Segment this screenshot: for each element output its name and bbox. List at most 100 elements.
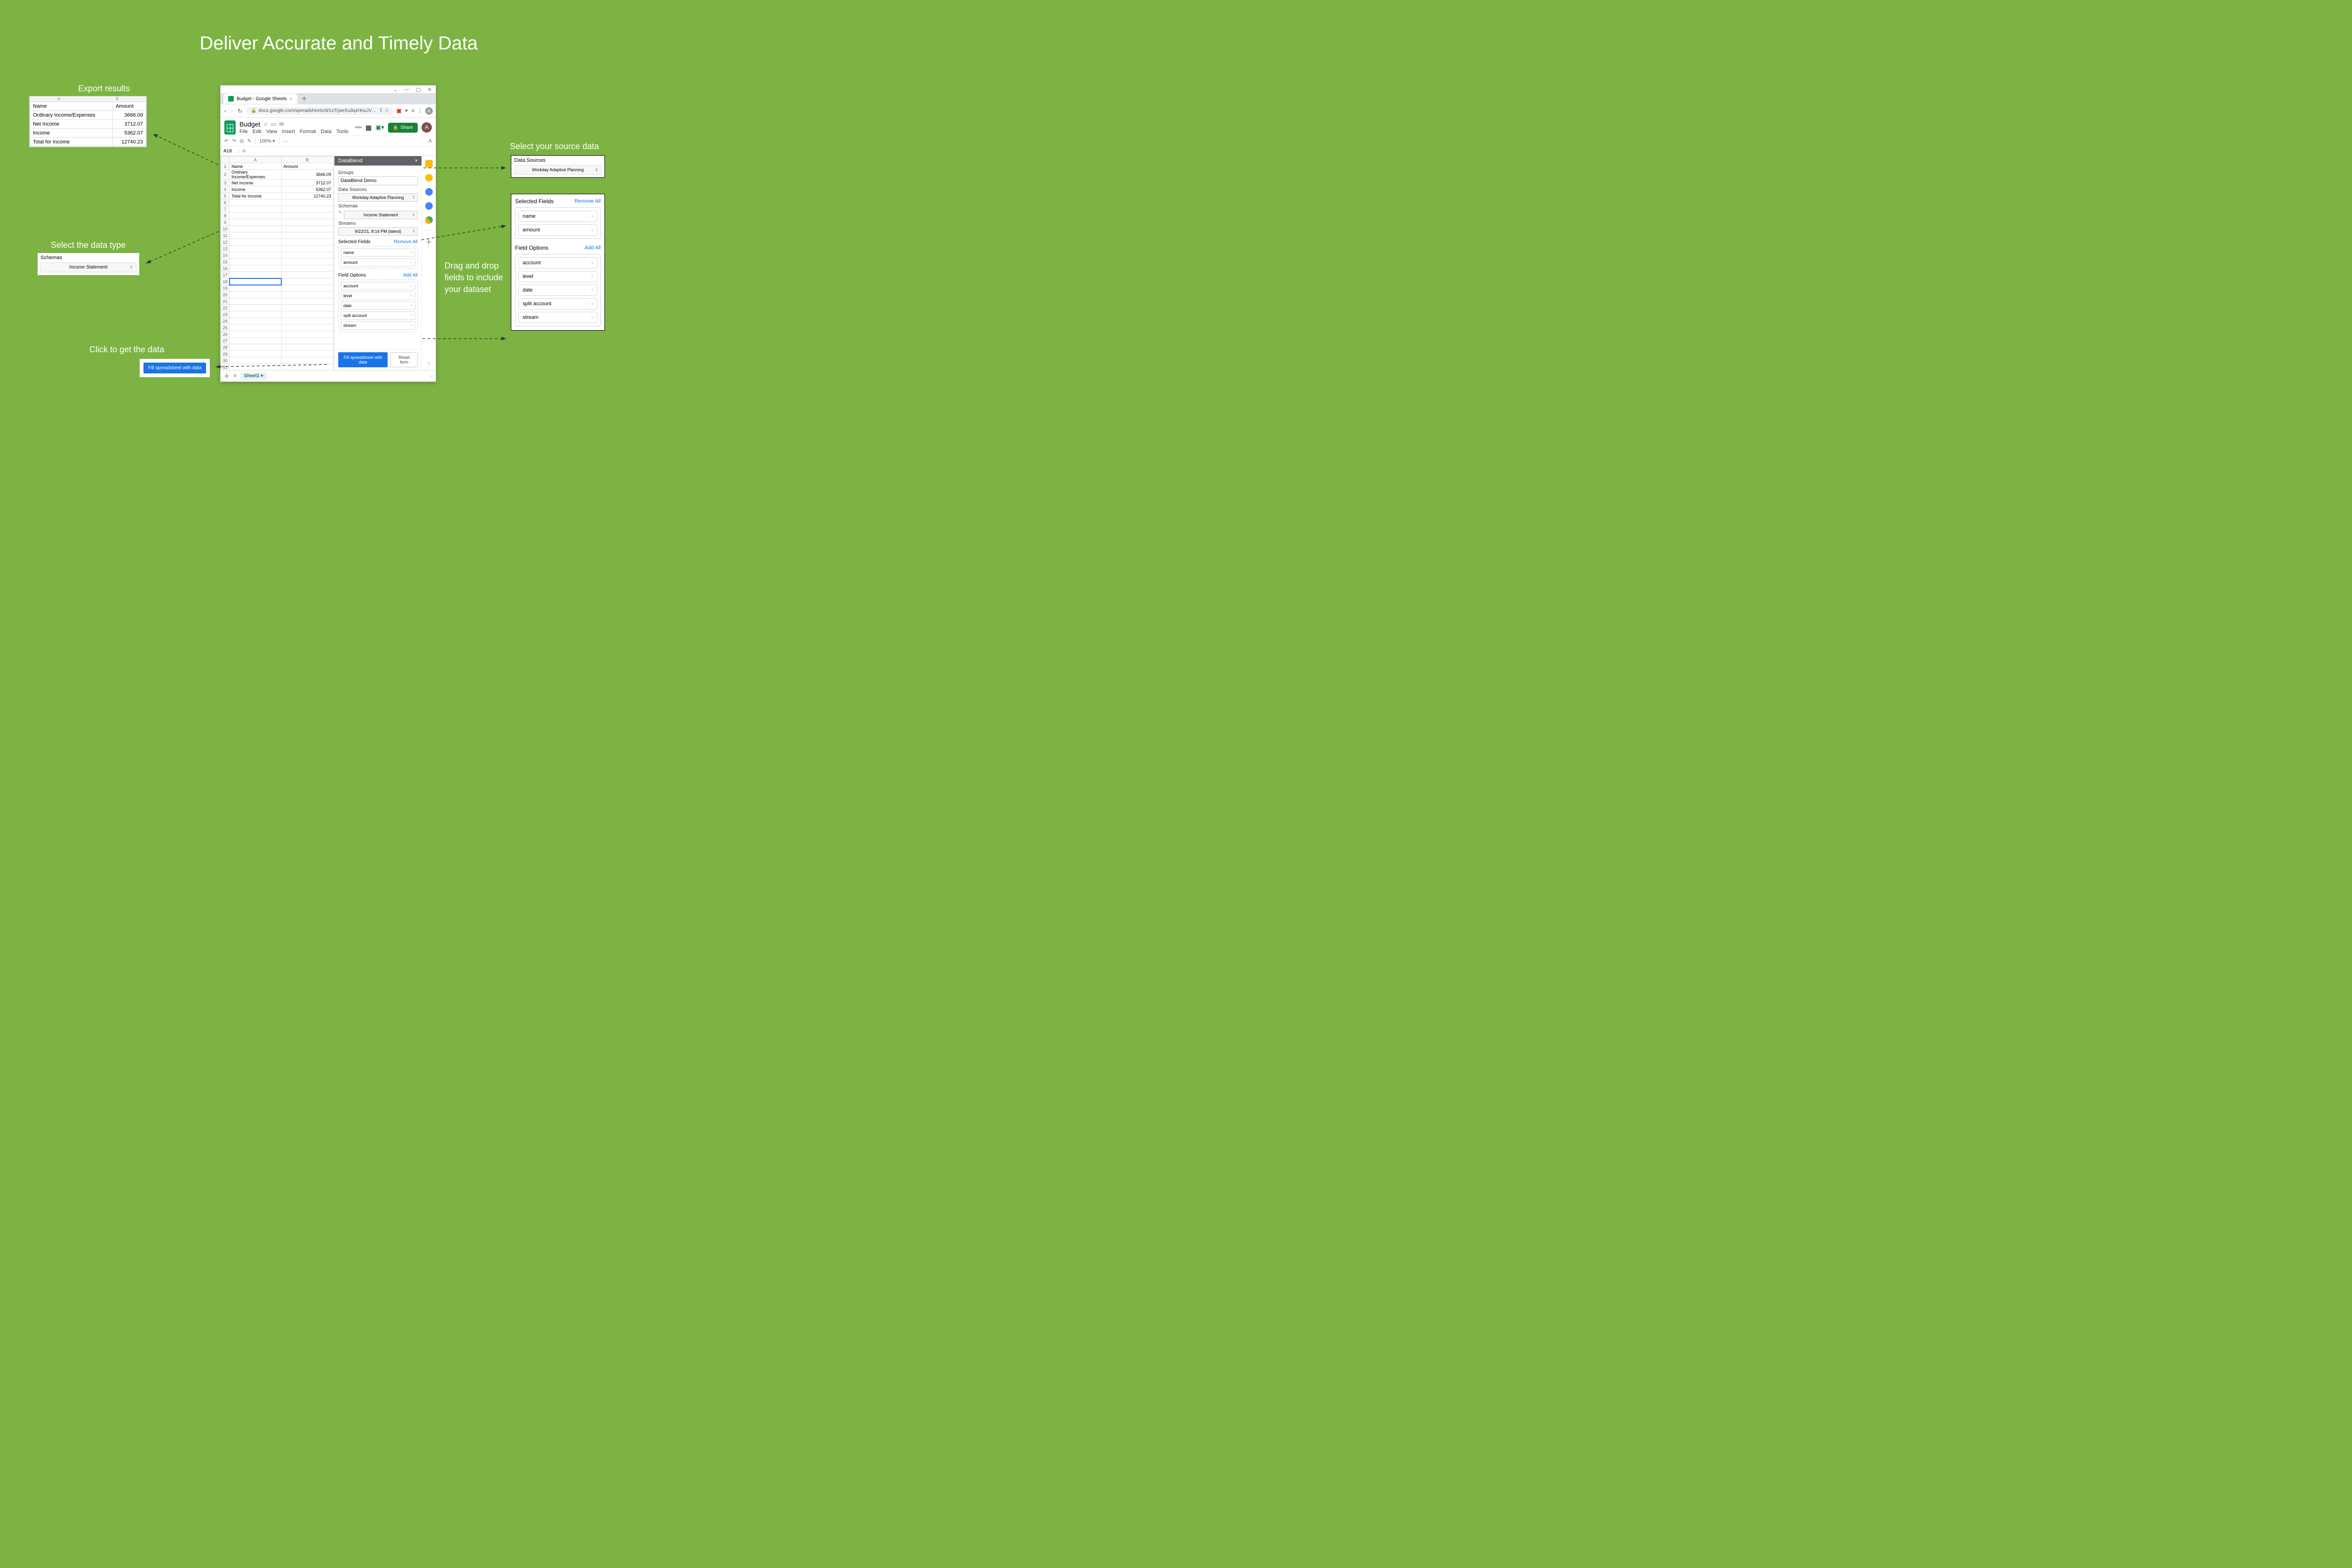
cell-B16[interactable] [281,265,333,272]
cell-B20[interactable] [281,292,333,298]
comments-icon[interactable]: ▦ [366,124,372,132]
history-icon[interactable]: 〰 [355,123,362,132]
cell-A14[interactable] [230,252,281,259]
bookmark-star-icon[interactable]: ☆ [385,108,389,113]
cell-A9[interactable] [230,219,281,226]
cell-B24[interactable] [281,318,333,325]
cell-A11[interactable] [230,232,281,239]
field-item-level[interactable]: level≡ [518,271,597,282]
streams-dropdown[interactable]: 9/22/21, 8:14 PM (latest)⇳ [338,227,418,236]
menu-view[interactable]: View [266,129,278,135]
cell-B23[interactable] [281,311,333,318]
cell-B5[interactable]: 12740.23 [281,193,333,199]
forward-button[interactable]: › [230,108,234,114]
reload-button[interactable]: ↻ [237,108,243,114]
cell-B19[interactable] [281,285,333,292]
menu-data[interactable]: Data [321,129,332,135]
cell-B29[interactable] [281,351,333,357]
cell-A13[interactable] [230,245,281,252]
meet-icon[interactable]: ▣▾ [375,124,384,131]
calendar-icon[interactable] [425,160,433,167]
cell-A31[interactable] [230,364,281,371]
cell-B25[interactable] [281,325,333,331]
cell-A15[interactable] [230,259,281,265]
contacts-icon[interactable] [425,202,433,210]
reset-form-button[interactable]: Reset form [390,352,418,367]
sheet-tab[interactable]: Sheet1 ▾ [240,372,267,380]
field-item-date[interactable]: date≡ [518,285,597,296]
cell-A3[interactable]: Net Income [230,180,281,186]
cell-B21[interactable] [281,298,333,305]
field-item-account[interactable]: account≡ [518,257,597,269]
cell-B11[interactable] [281,232,333,239]
name-box[interactable]: A18 [221,149,239,154]
cell-A17[interactable] [230,272,281,278]
cell-B22[interactable] [281,305,333,311]
add-all-link[interactable]: Add All [403,273,418,278]
user-avatar[interactable]: A [421,122,432,133]
schemas-dropdown[interactable]: Income Statement⇳ [344,211,418,219]
maps-icon[interactable] [425,216,433,224]
keep-icon[interactable] [425,174,433,182]
cell-B6[interactable] [281,199,333,206]
cell-A22[interactable] [230,305,281,311]
field-item-name[interactable]: name≡ [341,248,415,257]
zoom-dropdown[interactable]: 100% ▾ [259,139,275,144]
move-icon[interactable]: ▭ [271,121,276,127]
cell-A28[interactable] [230,344,281,351]
cloud-icon[interactable]: ✉ [279,121,284,127]
cell-A25[interactable] [230,325,281,331]
cell-A20[interactable] [230,292,281,298]
cell-A21[interactable] [230,298,281,305]
add-sheet-button[interactable]: ＋ [223,372,230,381]
cell-B10[interactable] [281,226,333,232]
field-item-split-account[interactable]: split account≡ [518,298,597,309]
selected-fields-list[interactable]: name≡ amount≡ [515,207,601,239]
cell-A23[interactable] [230,311,281,318]
all-sheets-button[interactable]: ≡ [234,373,237,379]
cell-A19[interactable] [230,285,281,292]
remove-all-link[interactable]: Remove All [394,239,418,245]
field-item-name[interactable]: name≡ [518,211,597,222]
field-item[interactable]: stream≡ [341,321,415,330]
browser-tab[interactable]: Budget - Google Sheets × [223,94,297,104]
toolbar-more[interactable]: ··· [283,139,288,144]
data-sources-dropdown[interactable]: Workday Adaptive Planning ⇳ [514,165,602,174]
cell-B28[interactable] [281,344,333,351]
bookmarks-icon[interactable]: ≡ [412,108,414,114]
extension-icon[interactable]: ▣ [397,108,401,114]
data-sources-dropdown[interactable]: Workday Adaptive Planning⇳ [338,193,418,202]
tab-close-icon[interactable]: × [290,96,293,102]
menu-tools[interactable]: Tools [336,129,349,135]
new-tab-button[interactable]: ＋ [301,94,308,103]
add-all-link[interactable]: Add All [585,245,601,251]
cell-B14[interactable] [281,252,333,259]
add-addon-button[interactable]: ＋ [426,238,432,247]
cell-A4[interactable]: Income [230,186,281,193]
sheets-logo-icon[interactable] [224,120,236,135]
cell-A29[interactable] [230,351,281,357]
extensions-puzzle-icon[interactable]: ✦ [404,108,408,114]
hide-rail-icon[interactable]: › [428,361,430,366]
cell-A5[interactable]: Total for Income [230,193,281,199]
cell-A12[interactable] [230,239,281,245]
menu-format[interactable]: Format [300,129,316,135]
cell-B12[interactable] [281,239,333,245]
field-item[interactable]: split account≡ [341,311,415,320]
sheets-doc-title[interactable]: Budget [239,120,260,128]
spreadsheet-grid[interactable]: AB1NameAmount2Ordinary Income/Expenses36… [221,156,334,370]
menu-insert[interactable]: Insert [282,129,295,135]
cell-B9[interactable] [281,219,333,226]
profile-avatar[interactable]: A [425,107,433,115]
fill-spreadsheet-button[interactable]: Fill spreadsheet with data [338,352,388,367]
cell-B13[interactable] [281,245,333,252]
pencil-icon[interactable]: ✎ [338,210,342,219]
cell-B8[interactable] [281,213,333,219]
cell-A30[interactable] [230,357,281,364]
redo-button[interactable]: ↷ [232,139,236,144]
cell-A8[interactable] [230,213,281,219]
window-minimize-icon[interactable]: — [404,87,409,92]
cell-B17[interactable] [281,272,333,278]
plugin-close-icon[interactable]: × [415,158,418,164]
window-dropdown-icon[interactable]: ⌄ [393,87,397,93]
